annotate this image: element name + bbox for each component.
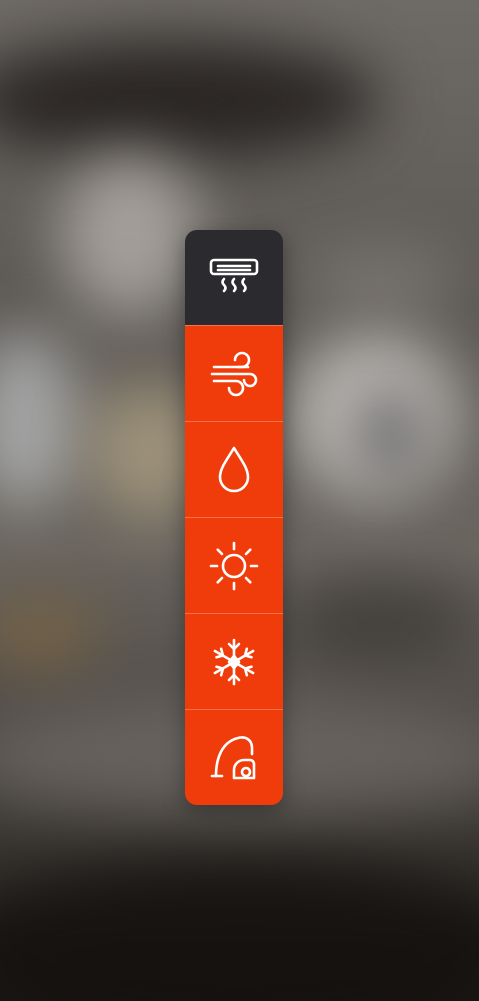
background-blob	[360, 390, 420, 480]
background-blob	[60, 150, 200, 320]
background-blob	[0, 330, 80, 510]
air-conditioner-icon	[209, 258, 259, 292]
background-blob	[0, 600, 100, 670]
mode-button-clean[interactable]	[185, 709, 283, 805]
mode-button-heat[interactable]	[185, 517, 283, 613]
background-blob	[0, 860, 479, 1001]
background-blob	[280, 580, 479, 660]
vacuum-cleaner-icon	[210, 735, 256, 779]
mode-selector-panel	[185, 230, 283, 805]
sun-icon	[209, 541, 259, 590]
mode-button-air-conditioner[interactable]	[185, 230, 283, 325]
mode-button-dry[interactable]	[185, 421, 283, 517]
mode-button-fan[interactable]	[185, 325, 283, 421]
water-drop-icon	[218, 446, 250, 492]
background-blob	[300, 250, 460, 310]
wind-icon	[210, 351, 258, 396]
background-blob	[0, 40, 380, 160]
mode-button-cool[interactable]	[185, 613, 283, 709]
snowflake-icon	[213, 638, 255, 685]
